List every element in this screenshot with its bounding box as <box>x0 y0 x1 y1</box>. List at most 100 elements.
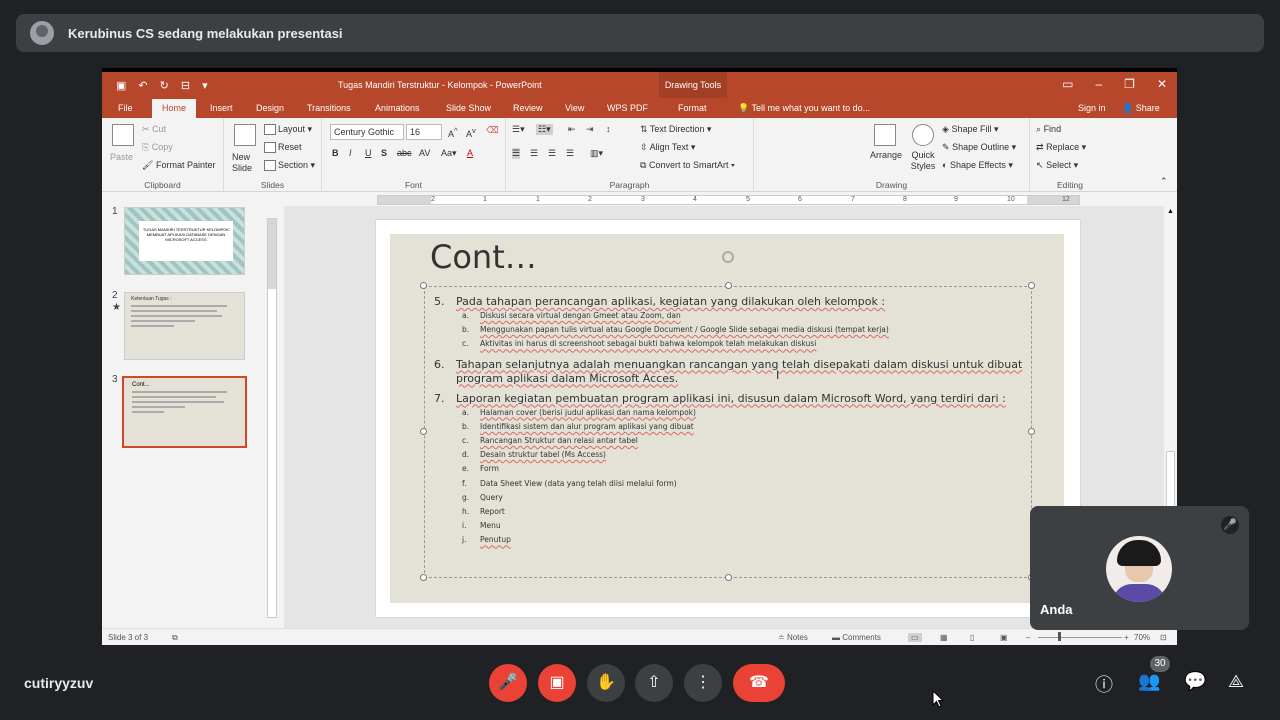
minimize-icon[interactable]: – <box>1095 77 1102 91</box>
slide-title[interactable]: Cont… <box>430 238 537 276</box>
normal-view-icon[interactable]: ▭ <box>908 633 922 642</box>
close-icon[interactable]: ✕ <box>1157 77 1167 91</box>
font-size-combo[interactable]: 16 <box>406 124 442 140</box>
chat-button[interactable]: 💬 <box>1184 671 1206 692</box>
raise-hand-button[interactable]: ✋ <box>587 664 625 702</box>
zoom-out-icon[interactable]: – <box>1026 633 1030 642</box>
slide-thumbnail-3[interactable]: Cont... <box>122 376 247 448</box>
shape-fill-button[interactable]: ◈ Shape Fill ▾ <box>942 124 999 135</box>
clear-format-icon[interactable]: ⌫ <box>486 125 499 136</box>
justify-icon[interactable]: ☰ <box>566 148 574 159</box>
fit-slide-icon[interactable]: ⊡ <box>1160 633 1167 642</box>
shrink-font-icon[interactable]: Av <box>466 126 476 139</box>
tab-slide-show[interactable]: Slide Show <box>446 103 491 113</box>
collapse-ribbon-icon[interactable]: ⌃ <box>1160 176 1168 187</box>
save-icon[interactable]: ▣ <box>116 79 126 92</box>
more-options-button[interactable]: ⋮ <box>684 664 722 702</box>
layout-button[interactable]: Layout ▾ <box>264 124 312 136</box>
people-button[interactable]: 👥 <box>1138 671 1160 692</box>
resize-handle[interactable] <box>725 574 732 581</box>
camera-toggle-button[interactable]: ▣ <box>538 664 576 702</box>
arrange-button[interactable]: Arrange <box>870 150 902 160</box>
notes-button[interactable]: ≐ Notes <box>778 633 808 642</box>
slide-body-text[interactable]: 5. Pada tahapan perancangan aplikasi, keg… <box>434 290 1034 548</box>
reset-button[interactable]: Reset <box>264 142 302 154</box>
bold-icon[interactable]: B <box>332 148 339 158</box>
resize-handle[interactable] <box>420 282 427 289</box>
tab-review[interactable]: Review <box>513 103 543 113</box>
present-button[interactable]: ⇧ <box>635 664 673 702</box>
zoom-in-icon[interactable]: + <box>1124 633 1129 642</box>
cut-button[interactable]: ✂ Cut <box>142 124 166 135</box>
reading-view-icon[interactable]: ▯ <box>970 633 974 642</box>
activities-button[interactable]: ⟁ <box>1228 671 1244 692</box>
strikethrough-icon[interactable]: abc <box>397 148 412 158</box>
align-text-button[interactable]: ⇳ Align Text ▾ <box>640 142 695 153</box>
char-spacing-icon[interactable]: AV <box>419 148 430 158</box>
copy-button[interactable]: ⎘ Copy <box>142 142 173 153</box>
find-button[interactable]: ⌕ Find <box>1036 124 1061 135</box>
align-center-icon[interactable]: ☰ <box>530 148 538 159</box>
quick-styles-button[interactable]: Quick Styles <box>908 150 938 172</box>
font-name-combo[interactable]: Century Gothic <box>330 124 404 140</box>
tab-format[interactable]: Format <box>678 103 707 113</box>
scroll-up-icon[interactable]: ▲ <box>1167 208 1174 215</box>
tab-view[interactable]: View <box>565 103 584 113</box>
customize-qat-icon[interactable]: ▾ <box>202 79 208 92</box>
tab-home[interactable]: Home <box>152 99 197 118</box>
tab-transitions[interactable]: Transitions <box>307 103 351 113</box>
numbering-icon[interactable]: ☷▾ <box>536 124 553 135</box>
meeting-info-button[interactable]: ⓘ <box>1095 671 1113 697</box>
grow-font-icon[interactable]: A^ <box>448 126 458 139</box>
slideshow-icon[interactable]: ▣ <box>1000 633 1008 642</box>
slide-sorter-icon[interactable]: ▦ <box>940 633 948 642</box>
resize-handle[interactable] <box>420 574 427 581</box>
shape-outline-button[interactable]: ✎ Shape Outline ▾ <box>942 142 1016 153</box>
slide-thumbnail-1[interactable]: TUGAS MANDIRI TERSTRUKTUR KELOMPOK MEMBU… <box>124 207 245 275</box>
comments-button[interactable]: ▬ Comments <box>832 633 881 642</box>
undo-icon[interactable]: ↶ <box>138 79 147 92</box>
section-button[interactable]: Section ▾ <box>264 160 315 172</box>
select-button[interactable]: ↖ Select ▾ <box>1036 160 1078 171</box>
format-painter-button[interactable]: 🖌 Format Painter <box>142 160 215 171</box>
columns-icon[interactable]: ▥▾ <box>590 148 603 159</box>
resize-handle[interactable] <box>725 282 732 289</box>
tab-design[interactable]: Design <box>256 103 284 113</box>
spellcheck-icon[interactable]: ⧉ <box>172 633 178 643</box>
text-direction-button[interactable]: ⇅ Text Direction ▾ <box>640 124 711 135</box>
new-slide-button[interactable]: New Slide <box>232 152 262 174</box>
tab-file[interactable]: File <box>118 103 133 113</box>
shadow-icon[interactable]: S <box>381 148 387 158</box>
line-spacing-icon[interactable]: ↕ <box>606 124 611 134</box>
share-button[interactable]: 👤 Share <box>1122 103 1160 114</box>
sign-in-link[interactable]: Sign in <box>1078 103 1106 113</box>
tell-me-search[interactable]: 💡 Tell me what you want to do... <box>738 103 870 114</box>
increase-indent-icon[interactable]: ⇥ <box>586 124 594 135</box>
current-slide[interactable]: Cont… 5. Pada tahapan perancangan aplikas… <box>376 220 1080 617</box>
paste-button[interactable]: Paste <box>110 152 133 162</box>
tab-animations[interactable]: Animations <box>375 103 420 113</box>
replace-button[interactable]: ⇄ Replace ▾ <box>1036 142 1086 153</box>
tab-insert[interactable]: Insert <box>210 103 233 113</box>
self-view-tile[interactable]: 🎤 Anda <box>1030 506 1249 630</box>
align-left-icon[interactable]: ☰ <box>512 148 521 159</box>
slide-thumbnail-2[interactable]: Ketentuan Tugas : <box>124 292 245 360</box>
ribbon-display-icon[interactable]: ▭ <box>1062 77 1073 91</box>
tab-wps-pdf[interactable]: WPS PDF <box>607 103 648 113</box>
restore-icon[interactable]: ❐ <box>1124 77 1135 91</box>
bullets-icon[interactable]: ☰▾ <box>512 124 525 135</box>
convert-smartart-button[interactable]: ⧉ Convert to SmartArt ▾ <box>640 160 735 171</box>
italic-icon[interactable]: I <box>349 148 352 158</box>
font-color-icon[interactable]: A <box>467 148 473 158</box>
zoom-level[interactable]: 70% <box>1134 633 1150 642</box>
underline-icon[interactable]: U <box>365 148 372 158</box>
zoom-slider-thumb[interactable] <box>1058 632 1061 641</box>
align-right-icon[interactable]: ☰ <box>548 148 556 159</box>
decrease-indent-icon[interactable]: ⇤ <box>568 124 576 135</box>
leave-call-button[interactable]: ☎ <box>733 664 785 702</box>
start-slideshow-icon[interactable]: ⊟ <box>181 79 190 92</box>
redo-icon[interactable]: ↻ <box>160 79 169 92</box>
zoom-slider[interactable] <box>1038 637 1122 638</box>
mic-toggle-button[interactable]: 🎤 <box>489 664 527 702</box>
resize-handle[interactable] <box>1028 282 1035 289</box>
